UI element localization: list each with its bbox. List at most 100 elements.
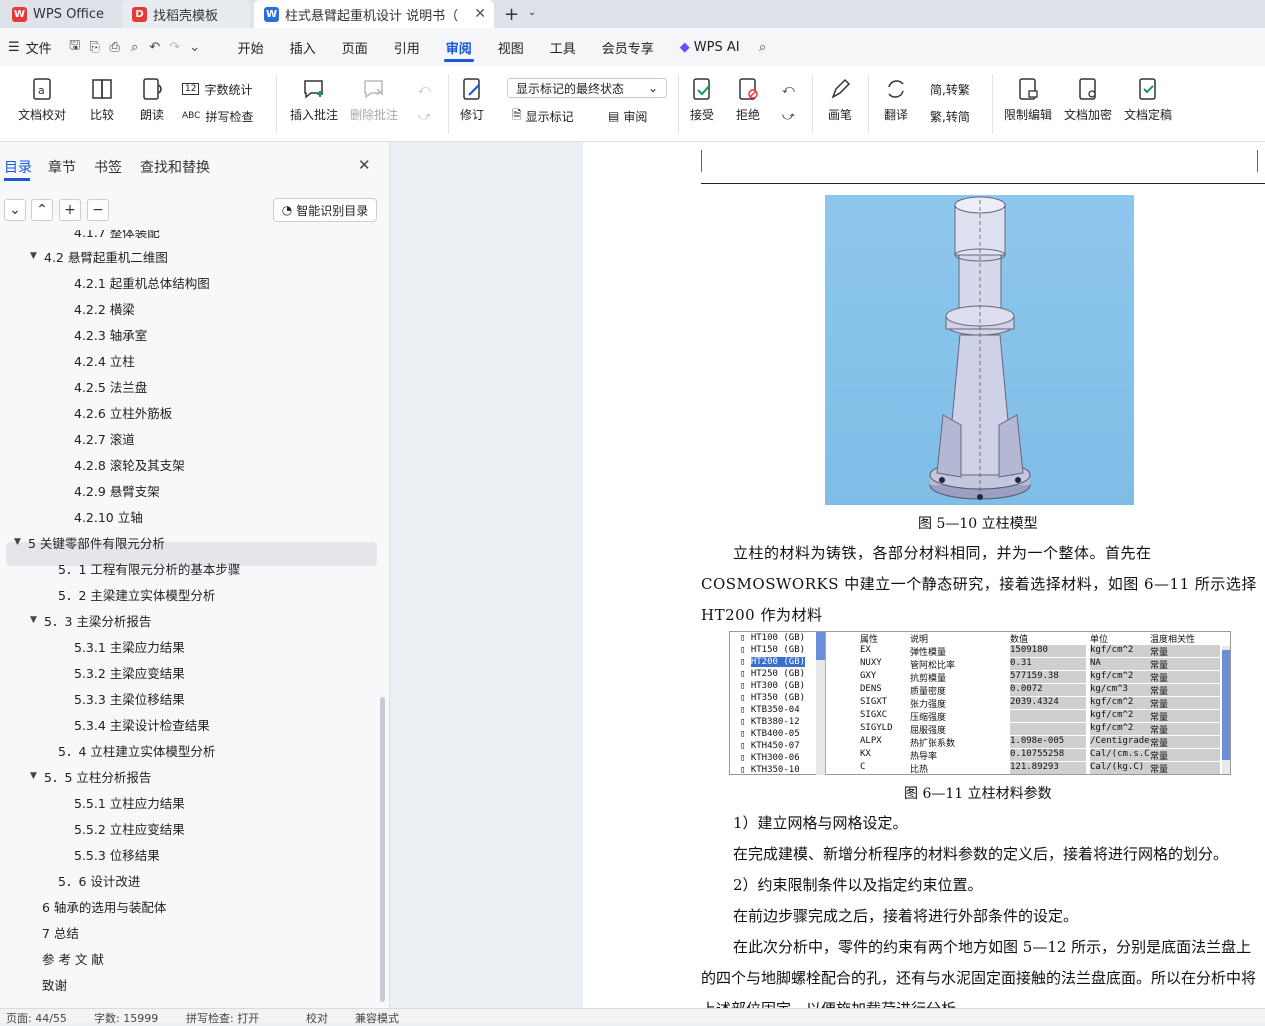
track-changes-button[interactable]: 修订 [460,76,484,123]
toc-item[interactable]: 5．1 工程有限元分析的基本步骤 [44,555,240,581]
menu-member[interactable]: 会员专享 [589,28,667,66]
encrypt-button[interactable]: 文档加密 [1064,76,1112,123]
toc-item[interactable]: 致谢 [28,971,67,997]
word-count-button[interactable]: 12 字数统计 [182,79,252,99]
finalize-button[interactable]: 文档定稿 [1124,76,1172,123]
read-aloud-button[interactable]: 朗读 [140,76,164,123]
restrict-edit-button[interactable]: 限制编辑 [1004,76,1052,123]
toc-item[interactable]: 4.2.3 轴承室 [60,321,147,347]
expand-toggle-icon[interactable]: ▼ [14,537,28,547]
translate-button[interactable]: 翻译 [884,76,908,123]
menu-insert[interactable]: 插入 [277,28,329,66]
file-icon: ▯ [740,753,751,763]
menu-home[interactable]: 开始 [225,28,277,66]
toc-item[interactable]: 4.2.7 滚道 [60,425,135,451]
chevron-down-icon[interactable]: ⌄ [528,7,536,18]
expand-toggle-icon[interactable]: ▼ [30,251,44,261]
undo-icon[interactable]: ↶ [145,37,165,57]
remove-level-icon[interactable]: − [87,199,109,221]
print-icon[interactable]: ⎙ [105,37,125,57]
toc-item-label: 参 考 文 献 [42,951,104,967]
compare-button[interactable]: 比较 [90,76,114,123]
margin-corner-left [701,150,702,172]
tab-template[interactable]: D 找稻壳模板 [122,0,250,28]
to-traditional-button[interactable]: 简,转繁 [930,79,970,99]
tab-bookmarks[interactable]: 书签 [94,157,122,177]
spell-status[interactable]: 拼写检查: 打开 [186,1010,259,1026]
redo-icon[interactable]: ↷ [165,37,185,57]
toc-item[interactable]: 5.3.1 主梁应力结果 [60,633,185,659]
toc-item[interactable]: 4.2.9 悬臂支架 [60,477,160,503]
show-markup-button[interactable]: 🗎 显示标记 [512,106,574,126]
toc-item[interactable]: 5.3.2 主梁应变结果 [60,659,185,685]
toc-item[interactable]: 5．4 立柱建立实体模型分析 [44,737,215,763]
toc-item[interactable]: 6 轴承的选用与装配体 [28,893,166,919]
menu-page[interactable]: 页面 [329,28,381,66]
pen-button[interactable]: 画笔 [828,76,852,123]
toc-item[interactable]: 5．6 设计改进 [44,867,140,893]
toc-scrollbar[interactable] [380,697,385,1002]
accept-button[interactable]: 接受 [690,76,714,123]
prev-change-icon[interactable]: ⤺ [782,79,795,99]
toc-item[interactable]: 5.3.4 主梁设计检查结果 [60,711,210,737]
move-up-icon[interactable]: ⌃ [31,199,53,221]
toc-item[interactable]: 参 考 文 献 [28,945,104,971]
toc-item[interactable]: ▼ 5．5 立柱分析报告 [30,763,151,789]
toc-item[interactable]: 4.2.5 法兰盘 [60,373,147,399]
save-icon[interactable]: 🖫 [65,37,85,57]
page-count[interactable]: 页面: 44/55 [6,1010,67,1026]
more-chevron-icon[interactable]: ⌄ [185,37,205,57]
print-preview-icon[interactable]: ⌕ [125,37,145,57]
search-icon[interactable]: ⌕ [753,37,773,57]
toc-item[interactable]: 5.5.3 位移结果 [60,841,160,867]
toc-item[interactable]: ▼ 4.2 悬臂起重机二维图 [30,243,168,269]
tab-wps-office[interactable]: W WPS Office [2,0,120,28]
toc-item[interactable]: 4.1.7 整体装配 [60,230,160,244]
material-list-item: ▯ HT250 (GB) [740,669,805,679]
toc-item[interactable]: 4.2.2 横梁 [60,295,135,321]
menu-wps-ai[interactable]: ◆ WPS AI [667,28,753,66]
document-page[interactable]: 图 5—10 立柱模型 立柱的材料为铸铁，各部分材料相同，并为一个整体。首先在C… [583,142,1265,1008]
menu-tools[interactable]: 工具 [537,28,589,66]
tab-close-icon[interactable]: ✕ [474,6,486,22]
proofread-button[interactable]: a 文档校对 [18,76,66,123]
menu-review[interactable]: 审阅 [433,28,485,66]
toc-item[interactable]: 4.2.8 滚轮及其支架 [60,451,185,477]
reject-button[interactable]: 拒绝 [736,76,760,123]
toc-item[interactable]: 4.2.1 起重机总体结构图 [60,269,210,295]
insert-comment-button[interactable]: 插入批注 [290,76,338,123]
menu-reference[interactable]: 引用 [381,28,433,66]
toc-item[interactable]: 5.5.2 立柱应变结果 [60,815,185,841]
toc-item[interactable]: 5.3.3 主梁位移结果 [60,685,185,711]
word-count[interactable]: 字数: 15999 [94,1010,158,1026]
expand-toggle-icon[interactable]: ▼ [30,771,44,781]
toc-item[interactable]: 4.2.10 立轴 [60,503,143,529]
toc-item[interactable]: 5．2 主梁建立实体模型分析 [44,581,215,607]
tab-label: WPS Office [33,6,105,22]
tab-chapters[interactable]: 章节 [48,157,76,177]
close-icon[interactable]: ✕ [358,156,371,174]
tab-toc[interactable]: 目录 [4,157,32,177]
to-simplified-button[interactable]: 繁,转简 [930,106,970,126]
toc-item[interactable]: 7 总结 [28,919,79,945]
new-tab-icon[interactable]: + [504,4,519,25]
toc-item[interactable]: ▼ 5 关键零部件有限元分析 [14,529,165,555]
menu-file[interactable]: ☰ 文件 [0,28,65,66]
collapse-all-icon[interactable]: ⌄ [4,199,26,221]
menu-view[interactable]: 视图 [485,28,537,66]
toc-item[interactable]: 5.5.1 立柱应力结果 [60,789,185,815]
toc-item[interactable]: 4.2.4 立柱 [60,347,135,373]
next-change-icon[interactable]: ⤻ [782,106,795,126]
export-icon[interactable]: ⎘ [85,37,105,57]
review-pane-button[interactable]: ▤ 审阅 [608,106,647,126]
expand-toggle-icon[interactable]: ▼ [30,615,44,625]
proof-status[interactable]: 校对 [306,1010,328,1026]
tab-document[interactable]: W 柱式悬臂起重机设计 说明书（ ✕ [254,0,494,28]
smart-toc-button[interactable]: ◔ 智能识别目录 [273,198,377,222]
spell-check-button[interactable]: ABC 拼写检查 [182,106,253,126]
add-level-icon[interactable]: + [59,199,81,221]
toc-item[interactable]: 4.2.6 立柱外筋板 [60,399,172,425]
tab-find-replace[interactable]: 查找和替换 [140,157,210,177]
toc-item[interactable]: ▼ 5．3 主梁分析报告 [30,607,151,633]
markup-mode-select[interactable]: 显示标记的最终状态 ⌄ [507,78,667,98]
